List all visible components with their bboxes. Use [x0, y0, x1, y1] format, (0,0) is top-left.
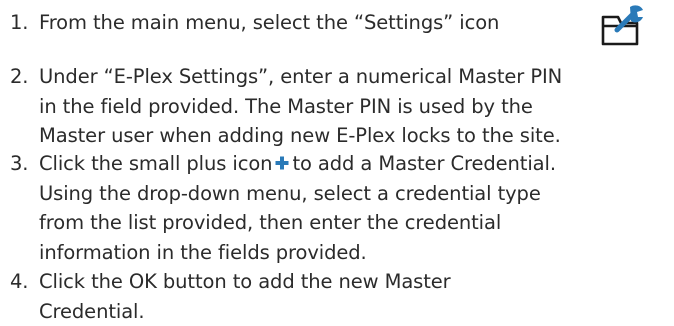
step-line: from the list provided, then enter the c… [39, 208, 661, 238]
step-line-part: to add a Master Credential. [292, 152, 555, 175]
settings-icon [600, 3, 646, 47]
step-line-part: Click the small plus icon [39, 152, 272, 175]
step-number: 4. [10, 267, 39, 326]
step-line: in the field provided. The Master PIN is… [39, 92, 661, 122]
step-line: Under “E-Plex Settings”, enter a numeric… [39, 62, 661, 92]
step-text: Click the OK button to add the new Maste… [39, 267, 661, 326]
step-text: From the main menu, select the “Settings… [39, 8, 661, 38]
step-line: Click the small plus icon to add a Master… [39, 149, 661, 179]
step-number: 3. [10, 149, 39, 267]
step-line: Using the drop-down menu, select a crede… [39, 179, 661, 209]
step-2: 2. Under “E-Plex Settings”, enter a nume… [10, 62, 661, 151]
plus-icon [274, 155, 290, 171]
step-line: information in the fields provided. [39, 238, 661, 268]
step-4: 4. Click the OK button to add the new Ma… [10, 267, 661, 326]
step-line: Master user when adding new E-Plex locks… [39, 121, 661, 151]
step-number: 2. [10, 62, 39, 151]
step-line: Credential. [39, 297, 661, 326]
step-line: Click the OK button to add the new Maste… [39, 267, 661, 297]
step-text: Under “E-Plex Settings”, enter a numeric… [39, 62, 661, 151]
step-number: 1. [10, 8, 39, 38]
step-3: 3. Click the small plus icon to add a Mas… [10, 149, 661, 267]
step-1: 1. From the main menu, select the “Setti… [10, 8, 661, 38]
step-text: Click the small plus icon to add a Master… [39, 149, 661, 267]
